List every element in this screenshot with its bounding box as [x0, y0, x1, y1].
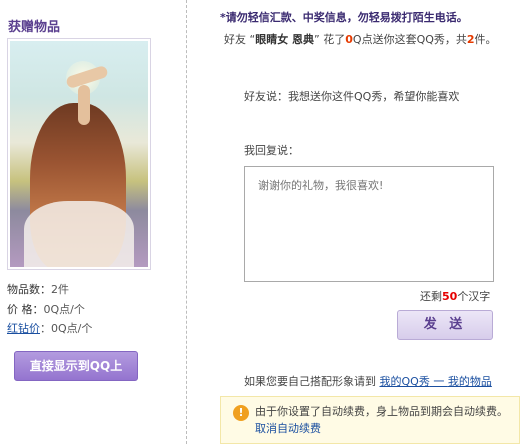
- link-separator: 一: [429, 375, 448, 388]
- item-count-value: 2件: [51, 283, 69, 296]
- item-count: 物品数：2件: [7, 281, 69, 297]
- diamond-price: 红钻价：0Q点/个: [7, 320, 92, 336]
- shirt: [24, 201, 134, 267]
- friend-message: 好友说：我想送你这件QQ秀，希望你能喜欢: [244, 90, 460, 103]
- remain-suffix: 个汉字: [457, 290, 491, 303]
- remain-count: 50: [442, 290, 458, 303]
- send-button[interactable]: 发 送: [397, 310, 493, 340]
- intro-mid: ” 花了: [314, 33, 346, 46]
- self-match-hint: 如果您要自己搭配形象请到 我的QQ秀 一 我的物品: [244, 373, 492, 389]
- cancel-auto-renew-link[interactable]: 取消自动续费: [255, 422, 321, 435]
- gift-photo-image: [10, 41, 148, 267]
- price-value: 0Q点/个: [43, 303, 85, 316]
- gift-panel: 获赠物品 物品数：2件 价 格：0Q点/个 红钻价：0Q点/个 直接显示到QQ上: [0, 0, 180, 444]
- intro-mid2: Q点送你这套QQ秀，共: [352, 33, 467, 46]
- diamond-price-value: ：0Q点/个: [40, 322, 93, 335]
- auto-renew-notice: ! 由于你设置了自动续费，身上物品到期会自动续费。取消自动续费: [220, 396, 520, 444]
- gift-photo: [7, 38, 151, 270]
- forearm: [78, 85, 90, 125]
- my-items-link[interactable]: 我的物品: [448, 375, 492, 388]
- reply-textarea[interactable]: [244, 166, 494, 282]
- gift-intro: 好友 “眼睛女 恩典” 花了0Q点送你这套QQ秀，共2件。: [224, 31, 514, 49]
- gift-title: 获赠物品: [8, 20, 61, 35]
- show-on-qq-button[interactable]: 直接显示到QQ上: [14, 351, 138, 381]
- item-count-label: 物品数：: [7, 283, 51, 296]
- diamond-price-link[interactable]: 红钻价: [7, 322, 40, 335]
- my-qqshow-link[interactable]: 我的QQ秀: [380, 375, 430, 388]
- divider: [186, 0, 187, 444]
- reply-label: 我回复说：: [244, 144, 299, 157]
- remaining-chars: 还剩50个汉字: [420, 288, 490, 304]
- intro-prefix: 好友 “: [224, 33, 256, 46]
- message-panel: *请勿轻信汇款、中奖信息，勿轻易拨打陌生电话。 好友 “眼睛女 恩典” 花了0Q…: [194, 0, 520, 444]
- price-label: 价 格：: [7, 303, 44, 316]
- gift-count: 2: [466, 33, 475, 46]
- price: 价 格：0Q点/个: [7, 301, 85, 317]
- notice-text: 由于你设置了自动续费，身上物品到期会自动续费。: [255, 405, 508, 418]
- friend-name: 眼睛女 恩典: [255, 33, 315, 46]
- remain-prefix: 还剩: [420, 290, 442, 303]
- intro-suffix: 件。: [474, 33, 497, 46]
- security-warning: *请勿轻信汇款、中奖信息，勿轻易拨打陌生电话。: [220, 11, 468, 24]
- match-text: 如果您要自己搭配形象请到: [244, 375, 376, 388]
- cost: 0: [345, 33, 353, 46]
- info-icon: !: [233, 405, 249, 421]
